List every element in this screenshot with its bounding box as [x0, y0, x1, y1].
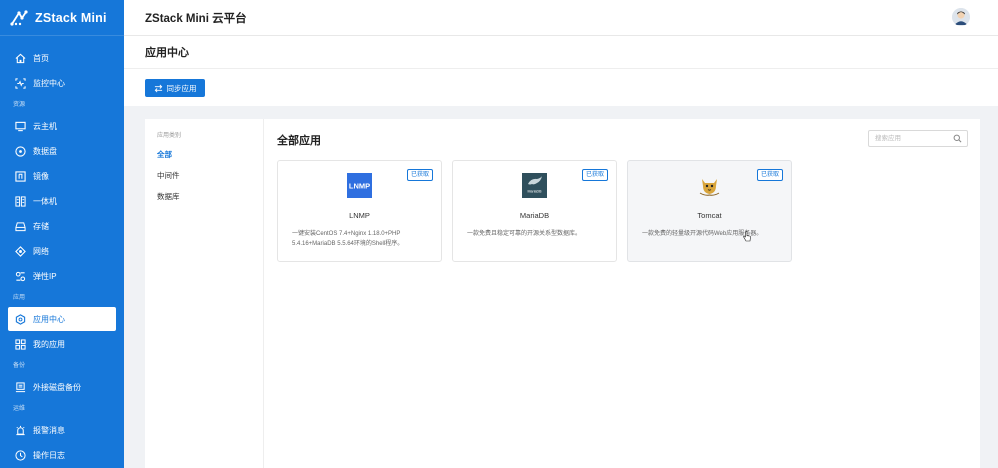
topbar: ZStack Mini 云平台: [124, 0, 998, 36]
category-database[interactable]: 数据库: [157, 191, 180, 202]
network-icon: [15, 245, 26, 257]
mariadb-logo: MariaDB: [522, 173, 547, 198]
app-description: 一款免费且稳定可靠的开源关系型数据库。: [467, 231, 582, 237]
sidebar-item-alarm[interactable]: 报警消息: [8, 418, 116, 442]
sidebar: ZStack Mini 首页 监控中心 资源 云主机 数据盘 镜像 一体机 存储…: [0, 0, 124, 468]
tomcat-logo: [699, 179, 720, 196]
sidebar-item-label: 弹性IP: [33, 271, 57, 281]
sync-apps-button[interactable]: 同步应用: [145, 79, 205, 97]
alarm-icon: [16, 425, 25, 435]
app-name: MariaDB: [519, 211, 550, 220]
category-heading: 应用类别: [157, 133, 182, 139]
acquired-badge: 已获取: [406, 169, 433, 181]
platform-title: ZStack Mini 云平台: [145, 13, 247, 25]
lnmp-logo: LNMP: [347, 173, 372, 198]
sidebar-item-label: 首页: [33, 53, 49, 63]
log-icon: [15, 449, 26, 461]
sidebar-item-external-disk-backup[interactable]: 外接磁盘备份: [8, 375, 116, 399]
home-icon: [15, 53, 26, 63]
disk-icon: [15, 145, 26, 157]
sidebar-item-label: 云主机: [33, 121, 57, 131]
hand-cursor-icon: [743, 231, 751, 242]
sidebar-item-app-center[interactable]: 应用中心: [8, 307, 116, 331]
app-card-tomcat[interactable]: 已获取 Tomcat 一款免费的轻量级开源代码Web应用服务器。: [627, 160, 792, 262]
app-content-panel: 应用类别 全部 中间件 数据库 全部应用 已获取 LNMP LNMP 一键安装C…: [145, 119, 980, 468]
zstack-logo-icon: [10, 9, 28, 26]
sidebar-item-home[interactable]: 首页: [8, 46, 116, 70]
sidebar-item-operation-log[interactable]: 操作日志: [8, 443, 116, 467]
backup-icon: [15, 381, 26, 392]
sidebar-nav: 首页 监控中心 资源 云主机 数据盘 镜像 一体机 存储 网络 弹性IP 应用 …: [0, 46, 124, 468]
mariadb-logo-text: MariaDB: [528, 190, 543, 194]
app-name: LNMP: [349, 211, 370, 220]
image-icon: [15, 170, 26, 182]
sidebar-item-label: 监控中心: [33, 78, 65, 88]
acquired-badge: 已获取: [756, 169, 783, 181]
sidebar-item-label: 一体机: [33, 196, 57, 206]
nav-section-apps: 应用: [13, 295, 26, 301]
all-apps-title: 全部应用: [277, 135, 321, 147]
sidebar-item-my-apps[interactable]: 我的应用: [8, 332, 116, 356]
nav-section-ops: 运维: [13, 406, 26, 412]
app-center-icon: [15, 313, 26, 325]
sidebar-item-label: 操作日志: [33, 450, 65, 460]
brand-logo[interactable]: ZStack Mini: [0, 0, 124, 36]
nav-section-resources: 资源: [13, 102, 26, 108]
sidebar-item-appliance[interactable]: 一体机: [8, 189, 116, 213]
lnmp-logo-text: LNMP: [349, 182, 370, 191]
sidebar-item-vm[interactable]: 云主机: [8, 114, 116, 138]
sidebar-item-label: 应用中心: [33, 314, 65, 324]
app-card-lnmp[interactable]: 已获取 LNMP LNMP 一键安装CentOS 7.4+Nginx 1.18.…: [277, 160, 442, 262]
sidebar-item-label: 网络: [33, 246, 49, 256]
header-divider: [124, 68, 998, 69]
monitor-icon: [15, 77, 26, 89]
eip-icon: [15, 271, 26, 281]
sidebar-item-label: 外接磁盘备份: [33, 382, 81, 392]
brand-name: ZStack Mini: [35, 10, 107, 25]
search-icon[interactable]: [953, 134, 962, 143]
user-avatar-icon: [952, 8, 970, 26]
nav-section-backup: 备份: [13, 363, 26, 369]
sidebar-item-image[interactable]: 镜像: [8, 164, 116, 188]
page-header: 应用中心 同步应用: [124, 36, 998, 106]
sidebar-item-label: 存储: [33, 221, 49, 231]
app-name: Tomcat: [697, 211, 722, 220]
sync-apps-label: 同步应用: [166, 83, 197, 93]
category-all[interactable]: 全部: [157, 149, 172, 160]
sidebar-item-storage[interactable]: 存储: [8, 214, 116, 238]
sidebar-item-data-disk[interactable]: 数据盘: [8, 139, 116, 163]
category-panel: 应用类别 全部 中间件 数据库: [145, 119, 264, 468]
sidebar-item-network[interactable]: 网络: [8, 239, 116, 263]
sidebar-item-eip[interactable]: 弹性IP: [8, 264, 116, 288]
sidebar-item-label: 我的应用: [33, 339, 65, 349]
app-description: 一键安装CentOS 7.4+Nginx 1.18.0+PHP 5.4.16+M…: [292, 231, 404, 247]
app-description: 一款免费的轻量级开源代码Web应用服务器。: [642, 231, 763, 237]
sync-icon: [154, 84, 162, 92]
app-card-mariadb[interactable]: 已获取 MariaDB MariaDB 一款免费且稳定可靠的开源关系型数据库。: [452, 160, 617, 262]
sidebar-item-label: 数据盘: [33, 146, 57, 156]
my-apps-icon: [15, 338, 26, 350]
user-avatar[interactable]: [952, 8, 970, 26]
sidebar-item-monitor[interactable]: 监控中心: [8, 71, 116, 95]
sidebar-item-label: 报警消息: [33, 425, 65, 435]
category-middleware[interactable]: 中间件: [157, 170, 180, 181]
sidebar-item-label: 镜像: [33, 171, 49, 181]
acquired-badge: 已获取: [581, 169, 608, 181]
page-title: 应用中心: [145, 47, 189, 59]
storage-icon: [15, 221, 26, 231]
appliance-icon: [15, 195, 26, 207]
vm-icon: [15, 121, 26, 131]
